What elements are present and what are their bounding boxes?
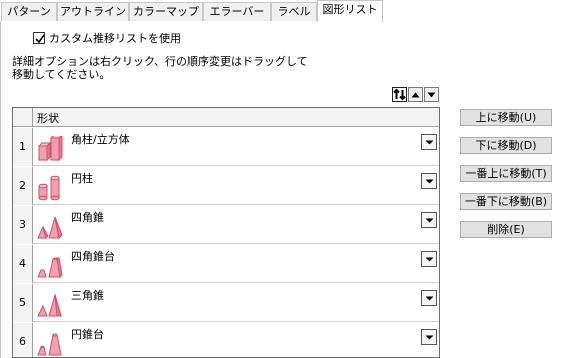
table-row[interactable]: 3 四角錐 — [13, 206, 439, 244]
shape-label: 四角錐 — [71, 211, 104, 224]
cylinder-icon — [38, 175, 60, 201]
table-row[interactable]: 5 三角錐 — [13, 284, 439, 322]
row-number: 4 — [13, 245, 33, 283]
shape-dropdown-button[interactable] — [421, 212, 437, 228]
chevron-down-icon — [425, 296, 433, 300]
shape-dropdown-button[interactable] — [421, 173, 437, 189]
row-number: 1 — [13, 128, 33, 166]
grid-header: 形状 — [13, 108, 439, 127]
shape-label: 角柱/立方体 — [71, 133, 130, 146]
chevron-down-icon — [425, 335, 433, 339]
sort-controls — [392, 87, 439, 102]
instruction-text: 詳細オプションは右クリック、行の順序変更はドラッグして 移動してください。 — [12, 55, 308, 81]
arrow-up-icon — [411, 92, 420, 97]
move-down-button[interactable]: 下に移動(D) — [460, 137, 552, 154]
tab-strip: パターン アウトライン カラーマップ エラーバー ラベル 図形リスト — [0, 0, 568, 22]
pyramid-frustum-icon — [37, 257, 63, 279]
tab-colormap[interactable]: カラーマップ — [129, 2, 203, 22]
shape-column-header: 形状 — [37, 112, 59, 125]
delete-button[interactable]: 削除(E) — [460, 221, 552, 238]
grid-corner — [13, 108, 33, 127]
table-row[interactable]: 4 四角錐台 — [13, 245, 439, 283]
shape-dropdown-button[interactable] — [421, 134, 437, 150]
tab-shape-list[interactable]: 図形リスト — [317, 0, 383, 22]
custom-list-checkbox[interactable] — [33, 32, 45, 44]
tab-label[interactable]: ラベル — [271, 2, 317, 22]
row-number: 3 — [13, 206, 33, 244]
shape-label: 四角錐台 — [71, 250, 115, 263]
arrow-down-icon — [427, 92, 436, 97]
custom-list-option[interactable]: カスタム推移リストを使用 — [33, 30, 181, 46]
table-row[interactable]: 6 円錐台 — [13, 323, 439, 357]
sort-toggle-icon — [393, 88, 406, 101]
shape-label: 円柱 — [71, 172, 93, 185]
shape-dropdown-button[interactable] — [421, 251, 437, 267]
shape-dropdown-button[interactable] — [421, 329, 437, 345]
move-to-top-button[interactable]: 一番上に移動(T) — [460, 165, 552, 182]
cone-frustum-icon — [37, 333, 62, 356]
custom-list-label: カスタム推移リストを使用 — [49, 32, 181, 45]
row-number: 5 — [13, 284, 33, 322]
shape-dropdown-button[interactable] — [421, 290, 437, 306]
tab-pattern[interactable]: パターン — [1, 2, 57, 22]
arrow-down-button[interactable] — [424, 87, 439, 102]
shape-list-grid[interactable]: 形状 1 角柱/立方体 2 円柱 3 四角錐 4 四角錐台 5 三角錐 6 円錐… — [12, 107, 440, 358]
shape-label: 三角錐 — [71, 289, 104, 302]
table-row[interactable]: 2 円柱 — [13, 167, 439, 205]
row-number: 2 — [13, 167, 33, 205]
chevron-down-icon — [425, 218, 433, 222]
shape-label: 円錐台 — [71, 328, 104, 341]
tab-outline[interactable]: アウトライン — [57, 2, 129, 22]
triangle-pyramid-icon — [37, 293, 62, 317]
arrow-up-button[interactable] — [408, 87, 423, 102]
pyramid-icon — [37, 216, 63, 240]
sort-toggle-button[interactable] — [392, 87, 407, 102]
table-row[interactable]: 1 角柱/立方体 — [13, 128, 439, 166]
chevron-down-icon — [425, 257, 433, 261]
checkmark-icon — [35, 34, 45, 44]
chevron-down-icon — [425, 140, 433, 144]
move-to-bottom-button[interactable]: 一番下に移動(B) — [460, 193, 552, 210]
tab-errorbar[interactable]: エラーバー — [203, 2, 271, 22]
move-up-button[interactable]: 上に移動(U) — [460, 109, 552, 126]
row-number: 6 — [13, 323, 33, 357]
box-column-icon — [37, 136, 63, 162]
chevron-down-icon — [425, 179, 433, 183]
